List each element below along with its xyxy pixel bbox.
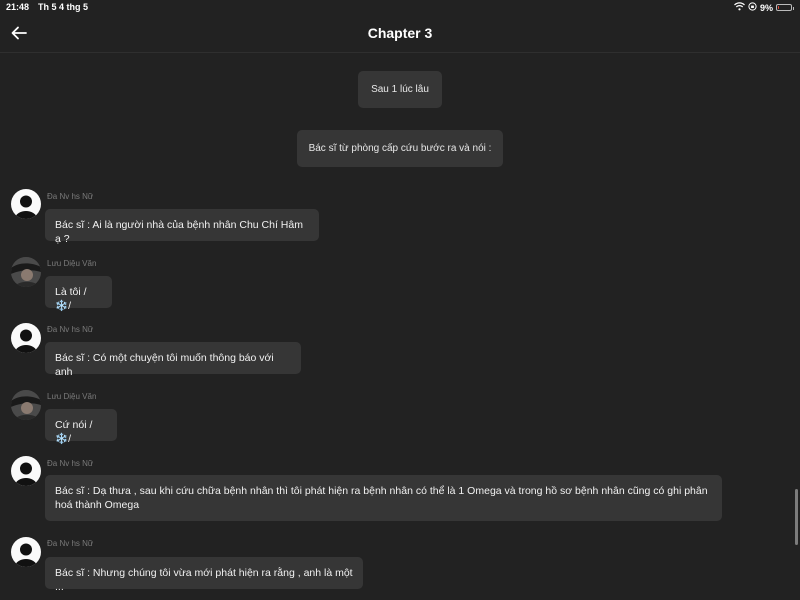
message-bubble: Bác sĩ : Có một chuyện tôi muốn thông bá… <box>45 342 301 378</box>
narration-block: Bác sĩ từ phòng cấp cứu bước ra và nói : <box>297 130 503 167</box>
message-text-start: Là tôi / <box>55 286 87 298</box>
narration-text: Sau 1 lúc lâu <box>371 84 429 95</box>
message-bubble: Bác sĩ : Ai là người nhà của bệnh nhân C… <box>45 209 319 245</box>
status-date: Th 5 4 thg 5 <box>38 2 89 12</box>
battery-icon <box>776 4 794 11</box>
message-bubble: Là tôi / ❄️/ <box>45 276 112 312</box>
message-bubble: Bác sĩ : Dạ thưa , sau khi cứu chữa bệnh… <box>45 475 722 521</box>
status-time: 21:48 <box>6 2 30 12</box>
battery-percent: 9% <box>759 2 773 13</box>
message-text: Bác sĩ : Dạ thưa , sau khi cứu chữa bệnh… <box>55 485 708 511</box>
narration-text: Bác sĩ từ phòng cấp cứu bước ra và nói : <box>308 143 492 154</box>
battery-level <box>778 6 779 9</box>
message-text-start: Cứ nói / <box>55 419 93 431</box>
message-text-end: / <box>68 433 71 445</box>
status-bar: 21:48 Th 5 4 thg 5 9% <box>0 0 800 14</box>
status-indicators: 9% <box>734 2 794 13</box>
avatar[interactable] <box>11 456 41 486</box>
orientation-lock-icon <box>748 2 757 13</box>
avatar[interactable] <box>11 257 41 287</box>
message-text: Bác sĩ : Có một chuyện tôi muốn thông bá… <box>55 352 274 378</box>
avatar[interactable] <box>11 537 41 567</box>
message-bubble: Cứ nói / ❄️/ <box>45 409 117 445</box>
snowflake-icon: ❄️ <box>55 300 69 312</box>
sender-name: Đa Nv hs Nữ <box>47 192 94 201</box>
avatar[interactable] <box>11 189 41 219</box>
scrollbar[interactable] <box>795 489 798 545</box>
sender-name: Đa Nv hs Nữ <box>47 325 94 334</box>
avatar[interactable] <box>11 390 41 420</box>
sender-name: Đa Nv hs Nữ <box>47 459 94 468</box>
sender-name: Đa Nv hs Nữ <box>47 539 94 548</box>
message-text: Bác sĩ : Nhưng chúng tôi vừa mới phát hi… <box>55 567 353 593</box>
message-text: Bác sĩ : Ai là người nhà của bệnh nhân C… <box>55 219 303 245</box>
page-title: Chapter 3 <box>367 25 433 41</box>
snowflake-icon: ❄️ <box>55 433 69 445</box>
sender-name: Lưu Diệu Văn <box>47 392 97 401</box>
narration-block: Sau 1 lúc lâu <box>358 71 442 108</box>
wifi-icon <box>734 2 745 13</box>
message-text-end: / <box>68 300 71 312</box>
avatar[interactable] <box>11 323 41 353</box>
message-bubble: Bác sĩ : Nhưng chúng tôi vừa mới phát hi… <box>45 557 363 593</box>
header: Chapter 3 <box>0 14 800 53</box>
sender-name: Lưu Diệu Văn <box>47 259 97 268</box>
